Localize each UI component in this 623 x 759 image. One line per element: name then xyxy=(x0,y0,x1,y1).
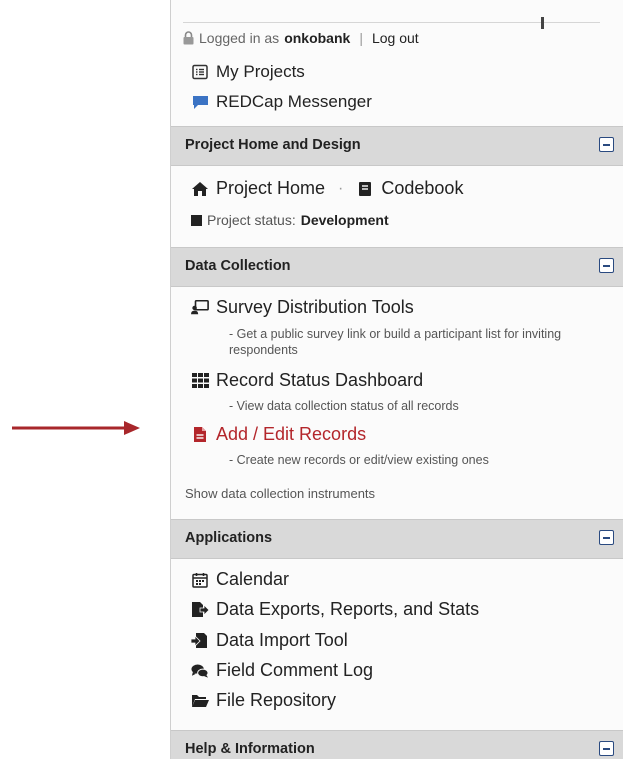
comments-icon xyxy=(191,662,209,680)
link-separator: · xyxy=(338,179,344,197)
record-status-dashboard-label: Record Status Dashboard xyxy=(216,370,424,390)
data-import-tool-link[interactable]: Data Import Tool xyxy=(191,630,348,651)
import-icon xyxy=(191,632,209,650)
collapse-button[interactable] xyxy=(599,258,614,273)
add-edit-records-description: - Create new records or edit/view existi… xyxy=(229,453,489,467)
collapse-button[interactable] xyxy=(599,137,614,152)
user-bar-separator: | xyxy=(359,30,363,46)
section-header-applications: Applications xyxy=(171,519,623,559)
section-header-help: Help & Information xyxy=(171,730,623,759)
collapse-button[interactable] xyxy=(599,741,614,756)
file-repository-label: File Repository xyxy=(216,690,337,710)
project-status-label: Project status: xyxy=(207,212,296,228)
data-exports-label: Data Exports, Reports, and Stats xyxy=(216,599,480,619)
section-title: Data Collection xyxy=(185,258,291,274)
show-instruments-link[interactable]: Show data collection instruments xyxy=(185,486,375,501)
codebook-link[interactable]: Codebook xyxy=(381,178,463,199)
calendar-icon xyxy=(191,571,209,589)
annotation-arrow xyxy=(12,421,140,435)
section-title: Help & Information xyxy=(185,741,315,757)
section-title: Project Home and Design xyxy=(185,137,361,153)
data-exports-link[interactable]: Data Exports, Reports, and Stats xyxy=(191,599,479,620)
my-projects-label: My Projects xyxy=(216,62,305,81)
export-icon xyxy=(191,601,209,619)
section-header-project-home: Project Home and Design xyxy=(171,126,623,166)
chat-bubble-icon xyxy=(191,93,209,111)
calendar-label: Calendar xyxy=(216,569,290,589)
file-icon xyxy=(191,426,209,444)
field-comment-log-link[interactable]: Field Comment Log xyxy=(191,660,373,681)
section-header-data-collection: Data Collection xyxy=(171,247,623,287)
add-edit-records-label: Add / Edit Records xyxy=(216,424,367,444)
project-status-value: Development xyxy=(300,212,389,228)
logged-in-prefix: Logged in as xyxy=(199,30,280,46)
collapse-button[interactable] xyxy=(599,530,614,545)
home-icon xyxy=(191,180,209,198)
grid-icon xyxy=(191,372,209,390)
data-import-tool-label: Data Import Tool xyxy=(216,630,348,650)
survey-distribution-description: - Get a public survey link or build a pa… xyxy=(229,327,562,357)
section-title: Applications xyxy=(185,530,273,546)
calendar-link[interactable]: Calendar xyxy=(191,569,289,590)
logout-link[interactable]: Log out xyxy=(372,30,419,46)
left-menu-panel: Logged in as onkobank | Log out My Proje… xyxy=(170,0,623,759)
folder-icon xyxy=(191,692,209,710)
lock-icon xyxy=(183,31,194,45)
survey-distribution-tools-label: Survey Distribution Tools xyxy=(216,297,414,317)
list-icon xyxy=(191,63,209,81)
presentation-icon xyxy=(191,299,209,317)
project-status: Project status: Development xyxy=(191,212,389,228)
record-status-dashboard-link[interactable]: Record Status Dashboard xyxy=(191,370,423,391)
cropped-logo-fragment xyxy=(541,17,552,29)
redcap-messenger-label: REDCap Messenger xyxy=(216,92,372,111)
record-status-description: - View data collection status of all rec… xyxy=(229,399,459,413)
square-icon xyxy=(191,214,202,226)
file-repository-link[interactable]: File Repository xyxy=(191,690,336,711)
add-edit-records-link[interactable]: Add / Edit Records xyxy=(191,424,366,445)
user-bar: Logged in as onkobank | Log out xyxy=(183,27,419,49)
survey-distribution-tools-link[interactable]: Survey Distribution Tools xyxy=(191,297,414,318)
field-comment-log-label: Field Comment Log xyxy=(216,660,374,680)
book-icon xyxy=(356,180,374,198)
redcap-messenger-link[interactable]: REDCap Messenger xyxy=(191,92,372,112)
username: onkobank xyxy=(284,30,351,46)
project-home-row: Project Home · Codebook xyxy=(191,178,463,199)
project-home-link[interactable]: Project Home xyxy=(216,178,325,199)
panel-top-divider xyxy=(183,17,600,29)
my-projects-link[interactable]: My Projects xyxy=(191,62,305,82)
